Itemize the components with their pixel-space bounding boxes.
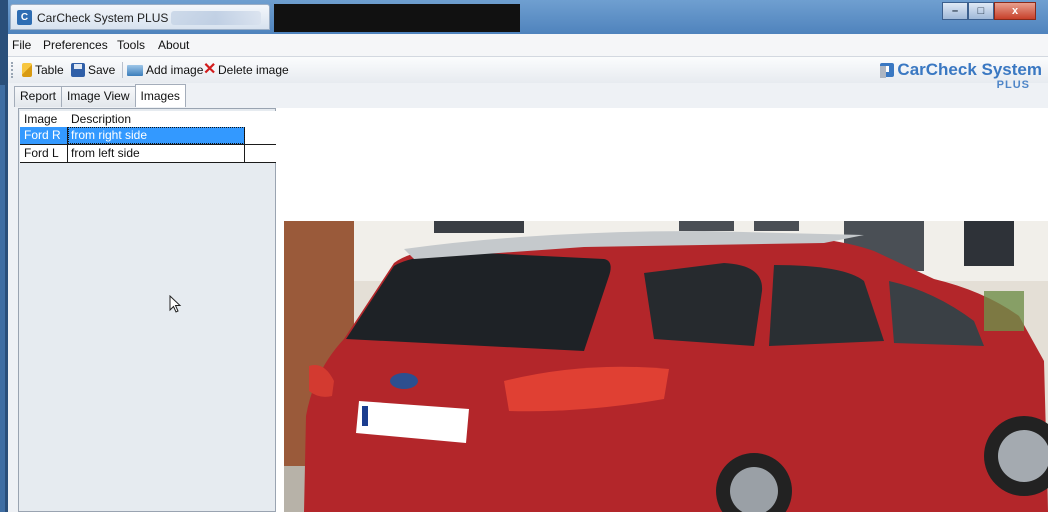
toolbar-separator (122, 62, 123, 78)
table-row[interactable]: Ford L from left side (20, 145, 276, 163)
menu-about[interactable]: About (158, 38, 189, 52)
save-button[interactable]: Save (71, 61, 115, 79)
cell-image[interactable]: Ford R (20, 127, 68, 144)
table-button[interactable]: Table (22, 61, 64, 79)
maximize-button[interactable]: □ (968, 2, 994, 20)
tab-strip: Report Image View Images (14, 84, 186, 108)
delete-image-button-label: Delete image (218, 63, 289, 77)
column-header-image[interactable]: Image (20, 111, 68, 127)
car-photo (284, 221, 1048, 512)
menu-tools[interactable]: Tools (117, 38, 145, 52)
brand-name-text: CarCheck System (897, 60, 1042, 79)
save-button-label: Save (88, 63, 116, 77)
table-header: Image Description (20, 111, 276, 127)
menu-file[interactable]: File (12, 38, 31, 52)
close-button[interactable]: x (994, 2, 1036, 20)
images-list-panel: Image Description Ford R from right side… (18, 108, 276, 512)
cell-extra[interactable] (245, 145, 275, 162)
tab-images[interactable]: Images (134, 84, 186, 107)
desktop-edge (0, 85, 5, 512)
delete-icon: ✕ (203, 61, 217, 78)
minimize-button[interactable]: – (942, 2, 968, 20)
brand-suffix: PLUS (996, 79, 1030, 91)
brand-name: CarCheck System (880, 60, 1042, 80)
tab-report[interactable]: Report (14, 86, 63, 107)
images-table: Image Description Ford R from right side… (20, 111, 276, 163)
cell-extra[interactable] (245, 127, 275, 144)
redacted-area (274, 4, 520, 32)
table-row[interactable]: Ford R from right side (20, 127, 276, 145)
save-icon (71, 63, 85, 77)
toolbar-overflow-grip[interactable] (880, 66, 886, 78)
toolbar: Table Save Add image ✕ Delete image CarC… (8, 57, 1048, 91)
table-button-label: Table (35, 63, 64, 77)
cell-description[interactable]: from left side (68, 145, 245, 162)
column-header-description[interactable]: Description (68, 111, 245, 127)
table-icon (22, 63, 32, 77)
tab-image-view[interactable]: Image View (61, 86, 136, 107)
delete-image-button[interactable]: ✕ Delete image (203, 61, 289, 79)
toolbar-grip[interactable] (11, 62, 16, 78)
cell-description[interactable]: from right side (68, 127, 245, 144)
image-preview-area (276, 108, 1048, 512)
window-controls: – □ x (942, 2, 1036, 20)
blurred-tab-title (171, 11, 261, 25)
menu-preferences[interactable]: Preferences (43, 38, 108, 52)
window-title: CarCheck System PLUS (37, 11, 169, 25)
add-image-button[interactable]: Add image (127, 61, 203, 79)
cell-image[interactable]: Ford L (20, 145, 68, 162)
brand-logo: CarCheck System PLUS (880, 60, 1042, 91)
title-bar: C CarCheck System PLUS – □ x (8, 0, 1048, 34)
add-image-icon (127, 64, 143, 76)
window-title-tab[interactable]: C CarCheck System PLUS (10, 4, 270, 30)
add-image-button-label: Add image (146, 63, 204, 77)
mouse-pointer-icon (169, 295, 182, 313)
menu-bar: File Preferences Tools About (8, 34, 1048, 57)
app-icon: C (17, 10, 32, 25)
app-window: C CarCheck System PLUS – □ x File Prefer… (8, 0, 1048, 512)
